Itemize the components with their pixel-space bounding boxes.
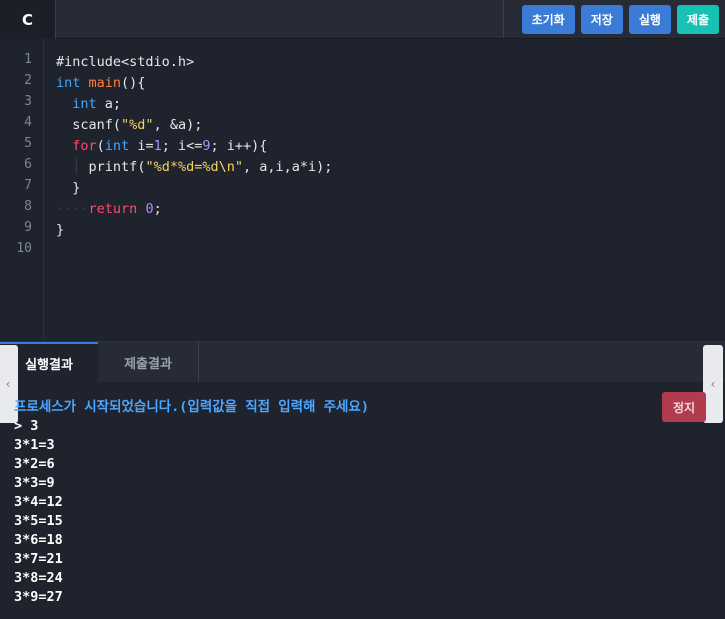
code-line-7: } <box>56 178 332 199</box>
code-text[interactable]: #include<stdio.h> int main(){ int a; sca… <box>56 52 332 241</box>
code-line-8: ····return 0; <box>56 199 332 220</box>
console-output-line: 3*7=21 <box>14 551 63 567</box>
code-token: 9 <box>202 138 211 154</box>
reset-button[interactable]: 초기화 <box>521 4 575 34</box>
chevron-left-icon: ‹ <box>5 377 11 391</box>
run-button[interactable]: 실행 <box>628 4 671 34</box>
console-output-line: 3*6=18 <box>14 532 63 548</box>
editor-toolbar: C 초기화 저장 실행 제출 <box>0 0 725 39</box>
result-tabs: 실행결과 제출결과 <box>0 342 725 382</box>
code-token: int <box>56 75 81 91</box>
code-line-3: int a; <box>56 94 332 115</box>
save-button[interactable]: 저장 <box>580 4 623 34</box>
tab-language-c[interactable]: C <box>0 0 56 39</box>
console-output-line: 3*3=9 <box>14 475 55 491</box>
code-token: ; <box>153 201 162 217</box>
code-line-2: int main(){ <box>56 73 332 94</box>
code-line-1: #include<stdio.h> <box>56 52 332 73</box>
console-output-line: 3*9=27 <box>14 589 63 605</box>
code-token: 0 <box>145 201 154 217</box>
code-token: int <box>104 138 130 154</box>
line-number: 4 <box>24 115 32 130</box>
line-number-gutter: 1 2 3 4 5 6 7 8 9 10 <box>0 39 44 341</box>
code-line-9: } <box>56 220 332 241</box>
right-panel-toggle[interactable]: ‹ <box>703 345 723 423</box>
code-token: i= <box>129 138 154 154</box>
line-number: 5 <box>24 136 32 151</box>
line-number: 1 <box>24 52 32 67</box>
code-token: a; <box>96 96 122 112</box>
code-token: return <box>88 201 138 217</box>
line-number: 8 <box>24 199 32 214</box>
code-token: ; i<= <box>161 138 203 154</box>
console-output-line: 3*2=6 <box>14 456 55 472</box>
line-number: 2 <box>24 73 32 88</box>
code-line-6: │ printf("%d*%d=%d\n", a,i,a*i); <box>56 157 332 178</box>
console-output[interactable]: 프로세스가 시작되었습니다.(입력값을 직접 입력해 주세요) > 3 3*1=… <box>14 398 369 607</box>
line-number: 9 <box>24 220 32 235</box>
code-token: for <box>72 138 97 154</box>
line-number: 3 <box>24 94 32 109</box>
line-number: 6 <box>24 157 32 172</box>
stop-button[interactable]: 정지 <box>662 392 706 422</box>
code-line-5: for(int i=1; i<=9; i++){ <box>56 136 332 157</box>
chevron-left-icon: ‹ <box>710 377 716 391</box>
code-token: "%d" <box>121 117 154 133</box>
code-token: int <box>72 96 97 112</box>
console-input-line: > 3 <box>14 418 39 434</box>
code-token: } <box>72 180 81 196</box>
code-token: (){ <box>121 75 146 91</box>
console-output-line: 3*1=3 <box>14 437 55 453</box>
code-token: , a,i,a*i); <box>243 159 333 175</box>
code-token: main <box>88 75 122 91</box>
code-token: "%d*%d=%d\n" <box>145 159 244 175</box>
console-output-line: 3*4=12 <box>14 494 63 510</box>
console-output-line: 3*8=24 <box>14 570 63 586</box>
code-editor[interactable]: 1 2 3 4 5 6 7 8 9 10 #include<stdio.h> i… <box>0 39 725 341</box>
indent-guide: │ <box>72 159 81 175</box>
action-button-group: 초기화 저장 실행 제출 <box>502 0 725 38</box>
console-notice: 프로세스가 시작되었습니다.(입력값을 직접 입력해 주세요) <box>14 399 369 415</box>
code-token: ( <box>96 138 105 154</box>
code-token: scanf <box>72 117 113 133</box>
code-token: } <box>56 222 65 238</box>
code-token: ( <box>112 117 122 133</box>
line-number: 10 <box>16 241 32 256</box>
whitespace-dots: ···· <box>56 201 89 217</box>
code-token: printf <box>88 159 138 175</box>
console-output-line: 3*5=15 <box>14 513 63 529</box>
code-token: 1 <box>153 138 162 154</box>
code-line-4: scanf("%d", &a); <box>56 115 332 136</box>
code-token: , &a); <box>153 117 203 133</box>
code-token: #include<stdio.h> <box>56 54 195 70</box>
line-number: 7 <box>24 178 32 193</box>
tab-submit-result[interactable]: 제출결과 <box>98 342 199 382</box>
submit-button[interactable]: 제출 <box>676 4 719 34</box>
code-token: ; i++){ <box>210 138 268 154</box>
